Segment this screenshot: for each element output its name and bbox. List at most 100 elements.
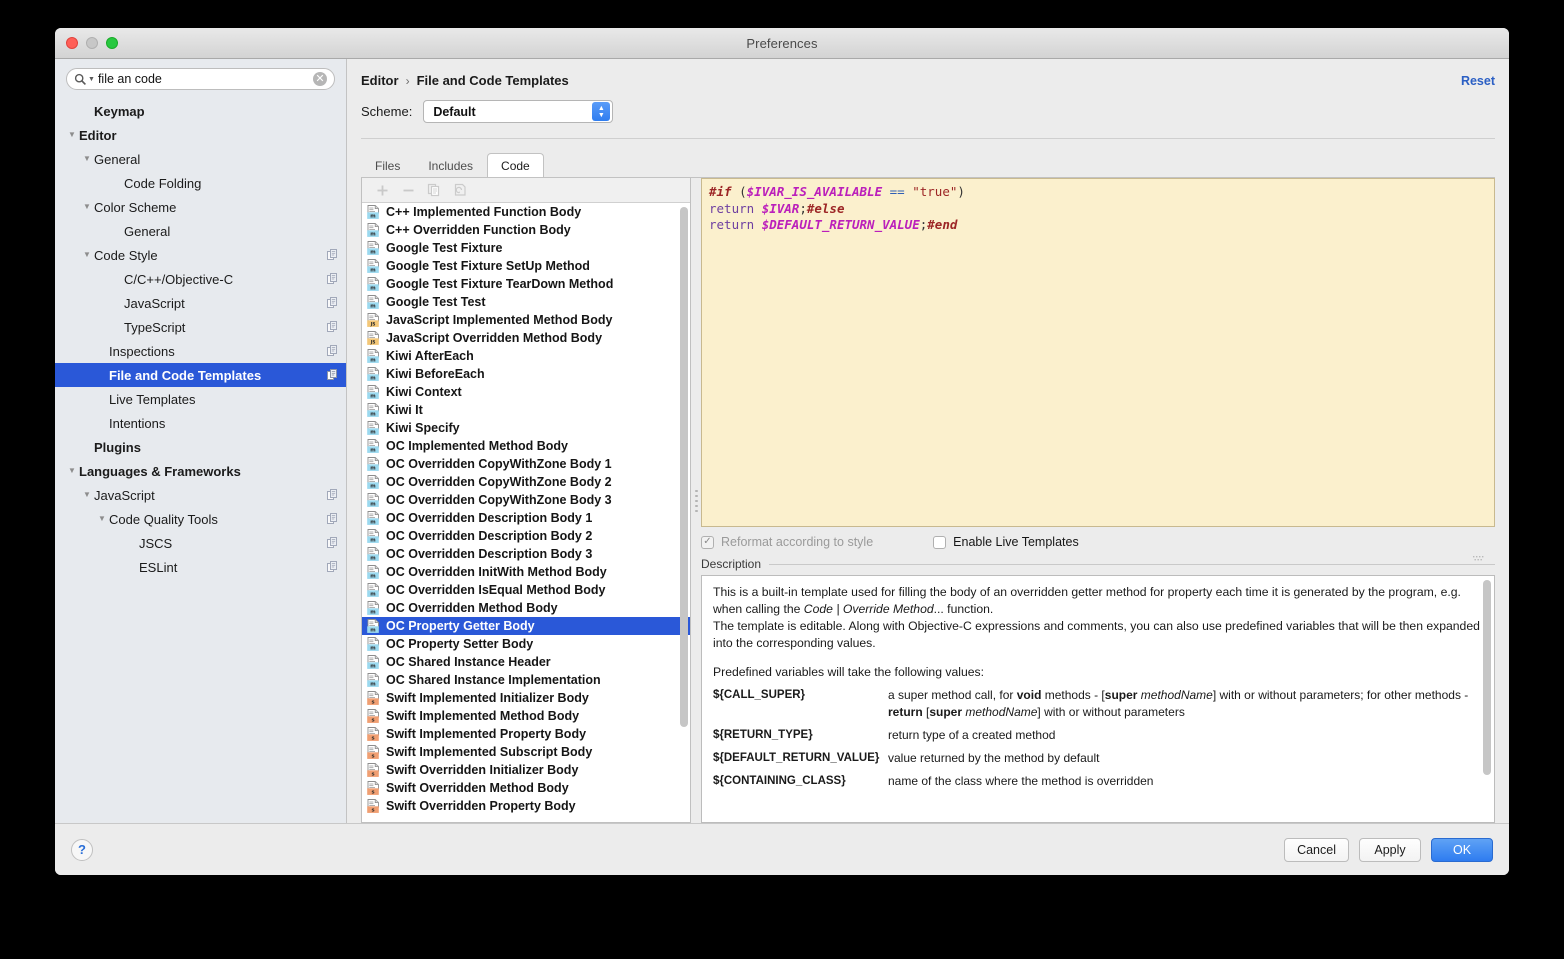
clear-search-icon[interactable]: ✕	[313, 72, 327, 86]
minimize-window-button[interactable]	[86, 37, 98, 49]
copy-template-button[interactable]	[423, 180, 445, 200]
sidebar-item-intentions[interactable]: Intentions	[55, 411, 346, 435]
list-item[interactable]: m OC Overridden CopyWithZone Body 2	[362, 473, 690, 491]
list-item[interactable]: s Swift Overridden Method Body	[362, 779, 690, 797]
sidebar-item-color-scheme[interactable]: ▼ Color Scheme	[55, 195, 346, 219]
resize-grip-icon[interactable]	[1473, 549, 1485, 561]
chevron-down-icon[interactable]: ▼	[80, 491, 94, 499]
list-item[interactable]: s Swift Implemented Subscript Body	[362, 743, 690, 761]
copy-settings-icon[interactable]	[327, 272, 338, 287]
list-item[interactable]: s Swift Implemented Initializer Body	[362, 689, 690, 707]
sidebar-item-general[interactable]: ▼ General	[55, 147, 346, 171]
template-list[interactable]: m C++ Implemented Function Body m C++ Ov…	[362, 203, 690, 822]
search-dropdown-arrow-icon[interactable]: ▼	[88, 76, 95, 83]
reset-template-button[interactable]	[449, 180, 471, 200]
list-item[interactable]: m Google Test Fixture TearDown Method	[362, 275, 690, 293]
list-item[interactable]: s Swift Overridden Property Body	[362, 797, 690, 815]
panel-splitter[interactable]	[691, 178, 701, 823]
sidebar-item-javascript[interactable]: ▼ JavaScript	[55, 483, 346, 507]
list-item[interactable]: m OC Shared Instance Implementation	[362, 671, 690, 689]
list-item[interactable]: m Kiwi It	[362, 401, 690, 419]
copy-settings-icon[interactable]	[327, 488, 338, 503]
list-item[interactable]: m OC Overridden Description Body 3	[362, 545, 690, 563]
sidebar-item-plugins[interactable]: Plugins	[55, 435, 346, 459]
description-scrollbar[interactable]	[1483, 580, 1491, 775]
copy-settings-icon[interactable]	[327, 536, 338, 551]
list-item[interactable]: m OC Overridden InitWith Method Body	[362, 563, 690, 581]
list-item[interactable]: m Kiwi AfterEach	[362, 347, 690, 365]
scheme-select[interactable]: Default ▲ ▼	[423, 100, 614, 123]
chevron-down-icon[interactable]: ▼	[80, 155, 94, 163]
list-item[interactable]: s Swift Implemented Property Body	[362, 725, 690, 743]
list-item[interactable]: m C++ Overridden Function Body	[362, 221, 690, 239]
template-code-editor[interactable]: #if ($IVAR_IS_AVAILABLE == "true") return…	[701, 178, 1495, 527]
list-item[interactable]: m Kiwi BeforeEach	[362, 365, 690, 383]
list-item[interactable]: m OC Overridden Description Body 2	[362, 527, 690, 545]
template-list-scrollbar[interactable]	[680, 207, 688, 727]
sidebar-item-general[interactable]: General	[55, 219, 346, 243]
copy-settings-icon[interactable]	[327, 560, 338, 575]
tab-includes[interactable]: Includes	[414, 153, 487, 177]
sidebar-item-c-c-objective-c[interactable]: C/C++/Objective-C	[55, 267, 346, 291]
sidebar-item-inspections[interactable]: Inspections	[55, 339, 346, 363]
close-window-button[interactable]	[66, 37, 78, 49]
list-item[interactable]: JS JavaScript Overridden Method Body	[362, 329, 690, 347]
remove-template-button[interactable]	[397, 180, 419, 200]
chevron-down-icon[interactable]: ▼	[80, 251, 94, 259]
sidebar-item-keymap[interactable]: Keymap	[55, 99, 346, 123]
copy-settings-icon[interactable]	[327, 248, 338, 263]
chevron-down-icon[interactable]: ▼	[65, 467, 79, 475]
list-item[interactable]: m Kiwi Specify	[362, 419, 690, 437]
cancel-button[interactable]: Cancel	[1284, 837, 1349, 862]
chevron-down-icon[interactable]: ▼	[80, 203, 94, 211]
maximize-window-button[interactable]	[106, 37, 118, 49]
list-item[interactable]: s Swift Overridden Initializer Body	[362, 761, 690, 779]
sidebar-item-javascript[interactable]: JavaScript	[55, 291, 346, 315]
list-item[interactable]: m C++ Implemented Function Body	[362, 203, 690, 221]
copy-settings-icon[interactable]	[327, 368, 338, 383]
sidebar-item-code-style[interactable]: ▼ Code Style	[55, 243, 346, 267]
tab-files[interactable]: Files	[361, 153, 414, 177]
sidebar-item-editor[interactable]: ▼ Editor	[55, 123, 346, 147]
reformat-according-to-style-checkbox[interactable]: ✓ Reformat according to style	[701, 535, 873, 549]
copy-settings-icon[interactable]	[327, 512, 338, 527]
list-item[interactable]: m OC Overridden Description Body 1	[362, 509, 690, 527]
ok-button[interactable]: OK	[1431, 837, 1493, 862]
list-item[interactable]: m OC Overridden CopyWithZone Body 1	[362, 455, 690, 473]
sidebar-item-eslint[interactable]: ESLint	[55, 555, 346, 579]
list-item[interactable]: m Google Test Fixture SetUp Method	[362, 257, 690, 275]
copy-settings-icon[interactable]	[327, 296, 338, 311]
list-item[interactable]: JS JavaScript Implemented Method Body	[362, 311, 690, 329]
sidebar-item-typescript[interactable]: TypeScript	[55, 315, 346, 339]
list-item[interactable]: m OC Overridden IsEqual Method Body	[362, 581, 690, 599]
help-button[interactable]: ?	[71, 838, 93, 861]
reset-link[interactable]: Reset	[1461, 74, 1495, 88]
list-item[interactable]: m OC Property Setter Body	[362, 635, 690, 653]
list-item[interactable]: s Swift Implemented Method Body	[362, 707, 690, 725]
chevron-down-icon[interactable]: ▼	[65, 131, 79, 139]
add-template-button[interactable]	[371, 180, 393, 200]
chevron-updown-icon[interactable]: ▲ ▼	[592, 102, 611, 121]
sidebar-item-live-templates[interactable]: Live Templates	[55, 387, 346, 411]
list-item[interactable]: m OC Overridden Method Body	[362, 599, 690, 617]
search-input[interactable]	[94, 72, 313, 86]
apply-button[interactable]: Apply	[1359, 837, 1421, 862]
sidebar-item-languages-frameworks[interactable]: ▼ Languages & Frameworks	[55, 459, 346, 483]
list-item[interactable]: m OC Overridden CopyWithZone Body 3	[362, 491, 690, 509]
sidebar-item-code-quality-tools[interactable]: ▼ Code Quality Tools	[55, 507, 346, 531]
search-box[interactable]: ▼ ✕	[66, 68, 335, 90]
enable-live-templates-checkbox[interactable]: Enable Live Templates	[933, 535, 1079, 549]
list-item[interactable]: m Kiwi Context	[362, 383, 690, 401]
sidebar-item-code-folding[interactable]: Code Folding	[55, 171, 346, 195]
list-item[interactable]: m Google Test Test	[362, 293, 690, 311]
list-item[interactable]: m OC Implemented Method Body	[362, 437, 690, 455]
tab-code[interactable]: Code	[487, 153, 544, 177]
copy-settings-icon[interactable]	[327, 320, 338, 335]
chevron-down-icon[interactable]: ▼	[95, 515, 109, 523]
sidebar-item-file-and-code-templates[interactable]: File and Code Templates	[55, 363, 346, 387]
list-item[interactable]: m OC Shared Instance Header	[362, 653, 690, 671]
list-item[interactable]: m Google Test Fixture	[362, 239, 690, 257]
list-item[interactable]: m OC Property Getter Body	[362, 617, 690, 635]
breadcrumb-item-editor[interactable]: Editor	[361, 73, 399, 88]
copy-settings-icon[interactable]	[327, 344, 338, 359]
